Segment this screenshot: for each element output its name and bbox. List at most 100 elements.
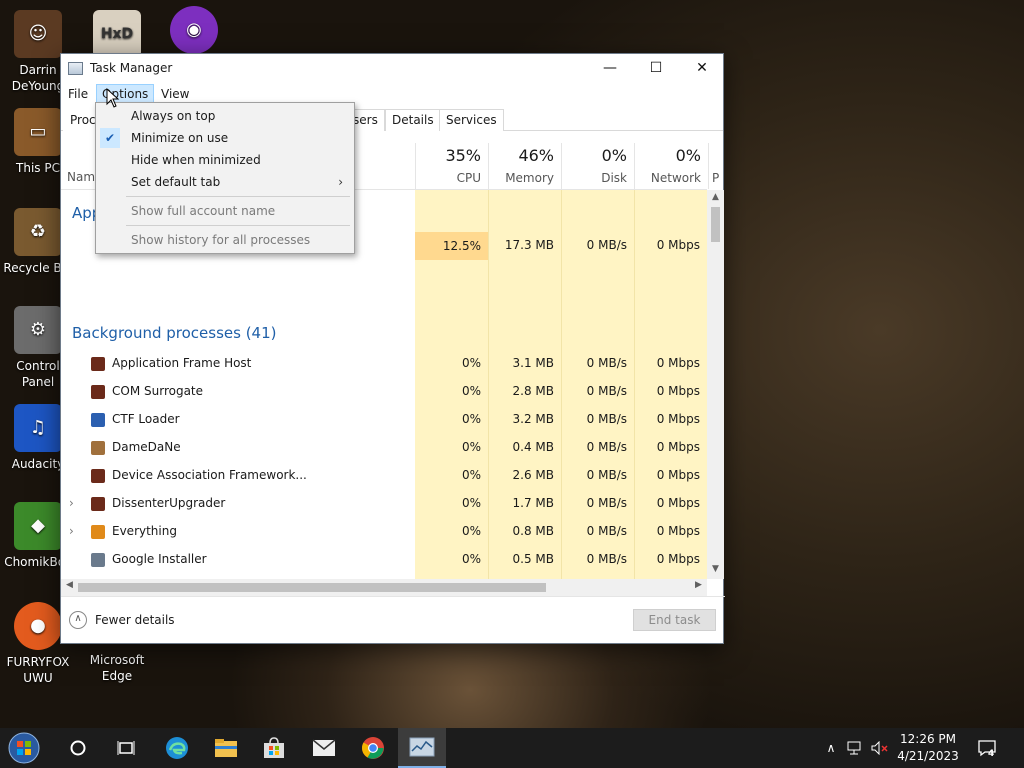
- process-cpu: 0%: [461, 440, 481, 454]
- title-bar[interactable]: Task Manager — ☐ ✕: [61, 54, 723, 82]
- folder-icon: [215, 739, 237, 757]
- close-button[interactable]: ✕: [679, 54, 725, 82]
- taskbar-store[interactable]: [250, 728, 298, 768]
- table-row[interactable]: Google Installer 0% 0.5 MB 0 MB/s 0 Mbps: [61, 546, 707, 574]
- process-network: 0 Mbps: [656, 524, 700, 538]
- mouse-cursor-icon: [106, 88, 120, 108]
- search-button[interactable]: [54, 728, 102, 768]
- process-name: DissenterUpgrader: [112, 496, 226, 510]
- background-section-header[interactable]: Background processes (41): [72, 324, 277, 342]
- scroll-left-arrow-icon[interactable]: ◀: [61, 580, 78, 590]
- expand-chevron-icon[interactable]: ›: [69, 496, 74, 510]
- table-row[interactable]: Application Frame Host 0% 3.1 MB 0 MB/s 0 Mb…: [61, 350, 707, 378]
- app-disk: 0 MB/s: [586, 238, 627, 252]
- column-header-disk[interactable]: 0% Disk: [561, 143, 634, 189]
- process-icon: [91, 357, 105, 371]
- process-cpu: 0%: [461, 552, 481, 566]
- process-memory: 0.4 MB: [512, 440, 554, 454]
- network-tray-icon[interactable]: [845, 728, 867, 768]
- process-disk: 0 MB/s: [586, 384, 627, 398]
- column-header-cpu[interactable]: 35% CPU: [415, 143, 488, 189]
- column-header-network[interactable]: 0% Network: [634, 143, 708, 189]
- process-network: 0 Mbps: [656, 440, 700, 454]
- process-name: COM Surrogate: [112, 384, 204, 398]
- minimize-button[interactable]: —: [587, 54, 633, 82]
- vertical-scrollbar[interactable]: ▲ ▼: [707, 190, 724, 579]
- taskbar-chrome[interactable]: [349, 728, 397, 768]
- action-center-button[interactable]: 4: [974, 728, 1000, 768]
- minimize-on-use-label: Minimize on use: [131, 131, 229, 145]
- volume-tray-icon[interactable]: [869, 728, 891, 768]
- table-row[interactable]: › Everything 0% 0.8 MB 0 MB/s 0 Mbps: [61, 518, 707, 546]
- taskbar-task-manager[interactable]: [398, 728, 446, 768]
- notification-count: 4: [988, 749, 995, 759]
- scroll-up-arrow-icon[interactable]: ▲: [707, 192, 724, 202]
- desktop-icon-edge[interactable]: Microsoft Edge: [79, 640, 155, 684]
- chrome-icon: [362, 737, 384, 759]
- vertical-scroll-thumb[interactable]: [711, 207, 720, 242]
- network-label: Network: [650, 171, 701, 185]
- process-icon: [91, 413, 105, 427]
- task-view-button[interactable]: [102, 728, 150, 768]
- system-clock[interactable]: 12:26 PM 4/21/2023: [892, 731, 964, 765]
- horizontal-scroll-thumb[interactable]: [78, 583, 546, 592]
- audacity-icon: ♫: [14, 404, 62, 452]
- process-network: 0 Mbps: [656, 496, 700, 510]
- fewer-details-link[interactable]: Fewer details: [95, 613, 175, 627]
- menu-item-hide-when-minimized[interactable]: Hide when minimized: [97, 149, 353, 171]
- task-view-icon: [117, 741, 135, 755]
- always-on-top-label: Always on top: [131, 109, 216, 123]
- process-cpu: 0%: [461, 412, 481, 426]
- maximize-button[interactable]: ☐: [633, 54, 679, 82]
- column-header-memory[interactable]: 46% Memory: [488, 143, 561, 189]
- chevron-up-icon[interactable]: ∧: [69, 611, 87, 629]
- column-header-power[interactable]: P: [708, 143, 724, 189]
- process-name: CTF Loader: [112, 412, 180, 426]
- table-row[interactable]: › DissenterUpgrader 0% 1.7 MB 0 MB/s 0 Mbps: [61, 490, 707, 518]
- process-disk: 0 MB/s: [586, 496, 627, 510]
- taskbar-edge[interactable]: [153, 728, 201, 768]
- menu-view[interactable]: View: [156, 84, 194, 104]
- process-memory: 0.8 MB: [512, 524, 554, 538]
- menu-options[interactable]: Options: [96, 84, 155, 104]
- scroll-down-arrow-icon[interactable]: ▼: [707, 564, 724, 574]
- hide-when-minimized-label: Hide when minimized: [131, 153, 261, 167]
- menu-item-set-default-tab[interactable]: Set default tab ›: [97, 171, 353, 193]
- footer: ∧ Fewer details End task: [61, 596, 725, 644]
- desktop-icon-label: Microsoft Edge: [89, 653, 145, 683]
- horizontal-scrollbar[interactable]: ◀ ▶: [61, 579, 707, 596]
- process-network: 0 Mbps: [656, 356, 700, 370]
- menu-item-always-on-top[interactable]: Always on top: [97, 105, 353, 127]
- process-disk: 0 MB/s: [586, 552, 627, 566]
- cpu-total: 35%: [445, 146, 481, 165]
- show-full-account-name-label: Show full account name: [131, 204, 276, 218]
- start-button[interactable]: [0, 728, 48, 768]
- cpu-label: CPU: [456, 171, 481, 185]
- desktop-icon-tor[interactable]: ◉: [156, 6, 232, 58]
- menu-file[interactable]: File: [63, 84, 93, 104]
- end-task-button[interactable]: End task: [633, 609, 716, 631]
- tab-details[interactable]: Details: [385, 109, 441, 131]
- process-icon: [91, 525, 105, 539]
- scroll-right-arrow-icon[interactable]: ▶: [690, 580, 707, 590]
- table-row[interactable]: Device Association Framework... 0% 2.6 MB 0…: [61, 462, 707, 490]
- process-name: Everything: [112, 524, 177, 538]
- tab-services[interactable]: Services: [439, 109, 504, 131]
- expand-chevron-icon[interactable]: ›: [69, 524, 74, 538]
- taskbar-mail[interactable]: [300, 728, 348, 768]
- window-title: Task Manager: [90, 61, 173, 75]
- menu-item-show-full-account-name: Show full account name: [97, 200, 353, 222]
- network-total: 0%: [675, 146, 701, 165]
- memory-total: 46%: [518, 146, 554, 165]
- table-row[interactable]: CTF Loader 0% 3.2 MB 0 MB/s 0 Mbps: [61, 406, 707, 434]
- table-row[interactable]: COM Surrogate 0% 2.8 MB 0 MB/s 0 Mbps: [61, 378, 707, 406]
- firefox-icon: ●: [14, 602, 62, 650]
- table-row[interactable]: DameDaNe 0% 0.4 MB 0 MB/s 0 Mbps: [61, 434, 707, 462]
- process-memory: 2.6 MB: [512, 468, 554, 482]
- process-icon: [91, 469, 105, 483]
- tray-chevron-up-icon[interactable]: ∧: [822, 728, 840, 768]
- taskbar-file-explorer[interactable]: [202, 728, 250, 768]
- process-network: 0 Mbps: [656, 412, 700, 426]
- volume-muted-icon: [871, 741, 888, 755]
- menu-item-minimize-on-use[interactable]: ✔ Minimize on use: [97, 127, 353, 149]
